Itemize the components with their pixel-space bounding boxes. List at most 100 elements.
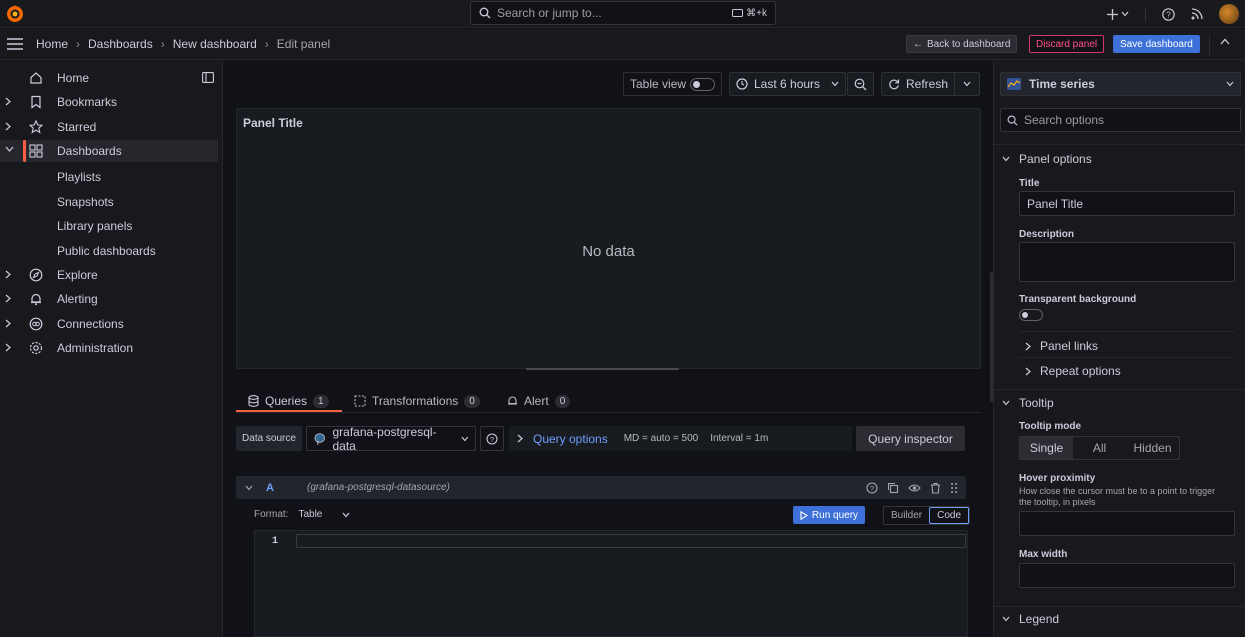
- copy-icon[interactable]: [887, 482, 899, 494]
- sidebar-item-snapshots[interactable]: Snapshots: [57, 195, 114, 209]
- max-data-points: MD = auto = 500: [623, 433, 699, 444]
- description-textarea[interactable]: [1019, 242, 1235, 282]
- query-interval: Interval = 1m: [710, 433, 769, 444]
- zoom-out-icon: [854, 78, 867, 90]
- no-data-message: No data: [582, 243, 635, 260]
- search-icon: [1007, 115, 1018, 125]
- tooltip-mode-all[interactable]: All: [1073, 437, 1126, 459]
- query-ref-id[interactable]: A: [266, 482, 274, 494]
- breadcrumb: Home › Dashboards › New dashboard › Edit…: [36, 37, 330, 51]
- save-dashboard-button[interactable]: Save dashboard: [1113, 35, 1200, 53]
- legend-section[interactable]: Legend: [1002, 612, 1059, 626]
- run-query-button[interactable]: Run query: [793, 506, 865, 524]
- sidebar-item-library-panels[interactable]: Library panels: [57, 219, 132, 233]
- sidebar-item-alerting[interactable]: Alerting: [0, 288, 218, 310]
- resize-handle[interactable]: [526, 368, 679, 370]
- chevron-down-icon: [1002, 400, 1010, 406]
- refresh-button[interactable]: Refresh: [881, 72, 980, 96]
- chevron-down-icon: [1121, 11, 1129, 17]
- chevron-down-icon: [1226, 81, 1234, 87]
- drag-handle-icon[interactable]: [950, 482, 958, 494]
- format-label: Format:: [254, 509, 289, 520]
- description-label: Description: [1019, 229, 1075, 240]
- chevron-right-icon[interactable]: [5, 294, 11, 303]
- svg-text:?: ?: [490, 434, 494, 443]
- query-row-header[interactable]: A (grafana-postgresql-datasource) ?: [236, 476, 966, 499]
- breadcrumb-new-dashboard[interactable]: New dashboard: [173, 37, 257, 51]
- tooltip-mode-single[interactable]: Single: [1020, 437, 1073, 459]
- time-series-icon: [1007, 78, 1021, 90]
- repeat-options-section[interactable]: Repeat options: [1025, 364, 1121, 378]
- toggle-switch[interactable]: [690, 77, 715, 91]
- sidebar-item-bookmarks[interactable]: Bookmarks: [0, 91, 218, 113]
- chevron-right-icon[interactable]: [5, 270, 11, 279]
- panel-title-input[interactable]: Panel Title: [1019, 191, 1235, 216]
- data-source-picker[interactable]: grafana-postgresql-data: [306, 425, 476, 453]
- max-width-input[interactable]: [1019, 563, 1235, 588]
- tab-alert[interactable]: Alert 0: [507, 390, 571, 412]
- back-to-dashboard-button[interactable]: ← Back to dashboard: [906, 35, 1018, 53]
- sidebar-item-starred[interactable]: Starred: [0, 116, 218, 138]
- tab-count-badge: 0: [464, 394, 480, 408]
- visualization-picker[interactable]: Time series: [1000, 72, 1241, 96]
- grafana-logo-icon[interactable]: [5, 4, 25, 24]
- data-source-help-button[interactable]: ?: [480, 426, 504, 451]
- compass-icon: [29, 268, 43, 282]
- code-mode-button[interactable]: Code: [929, 507, 970, 524]
- search-bar[interactable]: Search or jump to... ⌘+k: [470, 1, 776, 25]
- chevron-right-icon[interactable]: [5, 97, 11, 106]
- menu-icon[interactable]: [7, 38, 23, 50]
- sidebar-item-playlists[interactable]: Playlists: [57, 170, 101, 184]
- divider: [994, 606, 1245, 607]
- chevron-right-icon[interactable]: [5, 122, 11, 131]
- eye-icon[interactable]: [908, 482, 921, 494]
- format-selector[interactable]: Format: Table: [254, 509, 350, 520]
- breadcrumb-separator: ›: [76, 37, 81, 51]
- sidebar-item-public-dashboards[interactable]: Public dashboards: [57, 244, 156, 258]
- zoom-out-button[interactable]: [847, 72, 874, 96]
- panel-options-section[interactable]: Panel options: [1002, 152, 1092, 166]
- arrow-left-icon: ←: [913, 38, 923, 50]
- editor-active-line[interactable]: [296, 534, 966, 548]
- chevron-up-icon[interactable]: [1220, 38, 1230, 45]
- sidebar-item-dashboards[interactable]: Dashboards: [0, 140, 218, 162]
- chevron-right-icon[interactable]: [5, 319, 11, 328]
- transparent-background-label: Transparent background: [1019, 294, 1137, 305]
- tooltip-mode-hidden[interactable]: Hidden: [1126, 437, 1179, 459]
- sidebar-item-explore[interactable]: Explore: [0, 264, 218, 286]
- query-inspector-button[interactable]: Query inspector: [856, 426, 965, 451]
- hover-proximity-input[interactable]: [1019, 511, 1235, 536]
- search-placeholder: Search or jump to...: [497, 6, 602, 20]
- sidebar-item-connections[interactable]: Connections: [0, 313, 218, 335]
- tab-transformations[interactable]: Transformations 0: [354, 390, 480, 412]
- sidebar-item-administration[interactable]: Administration: [0, 337, 218, 359]
- code-editor[interactable]: 1: [254, 530, 968, 637]
- help-icon[interactable]: ?: [1162, 7, 1175, 21]
- trash-icon[interactable]: [930, 482, 941, 494]
- breadcrumb-dashboards[interactable]: Dashboards: [88, 37, 153, 51]
- builder-mode-button[interactable]: Builder: [884, 507, 929, 524]
- user-avatar[interactable]: [1219, 4, 1239, 24]
- panel-links-section[interactable]: Panel links: [1025, 339, 1098, 353]
- query-options-toggle[interactable]: Query options MD = auto = 500 Interval =…: [509, 426, 852, 451]
- tab-queries[interactable]: Queries 1: [248, 390, 329, 412]
- add-new-button[interactable]: [1107, 8, 1129, 20]
- home-icon: [30, 72, 42, 84]
- cog-icon: [29, 341, 43, 355]
- search-options-input[interactable]: Search options: [1000, 108, 1241, 132]
- refresh-interval-dropdown[interactable]: [954, 73, 979, 95]
- tooltip-section[interactable]: Tooltip: [1002, 396, 1054, 410]
- help-icon[interactable]: ?: [866, 481, 878, 494]
- chevron-right-icon[interactable]: [5, 343, 11, 352]
- breadcrumb-home[interactable]: Home: [36, 37, 68, 51]
- chevron-down-icon[interactable]: [5, 146, 14, 152]
- sidebar-item-home[interactable]: Home: [0, 67, 218, 89]
- chevron-right-icon: [1025, 367, 1031, 375]
- format-value[interactable]: Table: [298, 509, 322, 520]
- table-view-toggle[interactable]: Table view: [623, 72, 722, 96]
- time-range-picker[interactable]: Last 6 hours: [729, 72, 846, 96]
- transparent-background-toggle[interactable]: [1019, 309, 1043, 321]
- chevron-down-icon[interactable]: [245, 485, 253, 491]
- discard-panel-button[interactable]: Discard panel: [1029, 35, 1105, 53]
- rss-news-icon[interactable]: [1191, 8, 1203, 20]
